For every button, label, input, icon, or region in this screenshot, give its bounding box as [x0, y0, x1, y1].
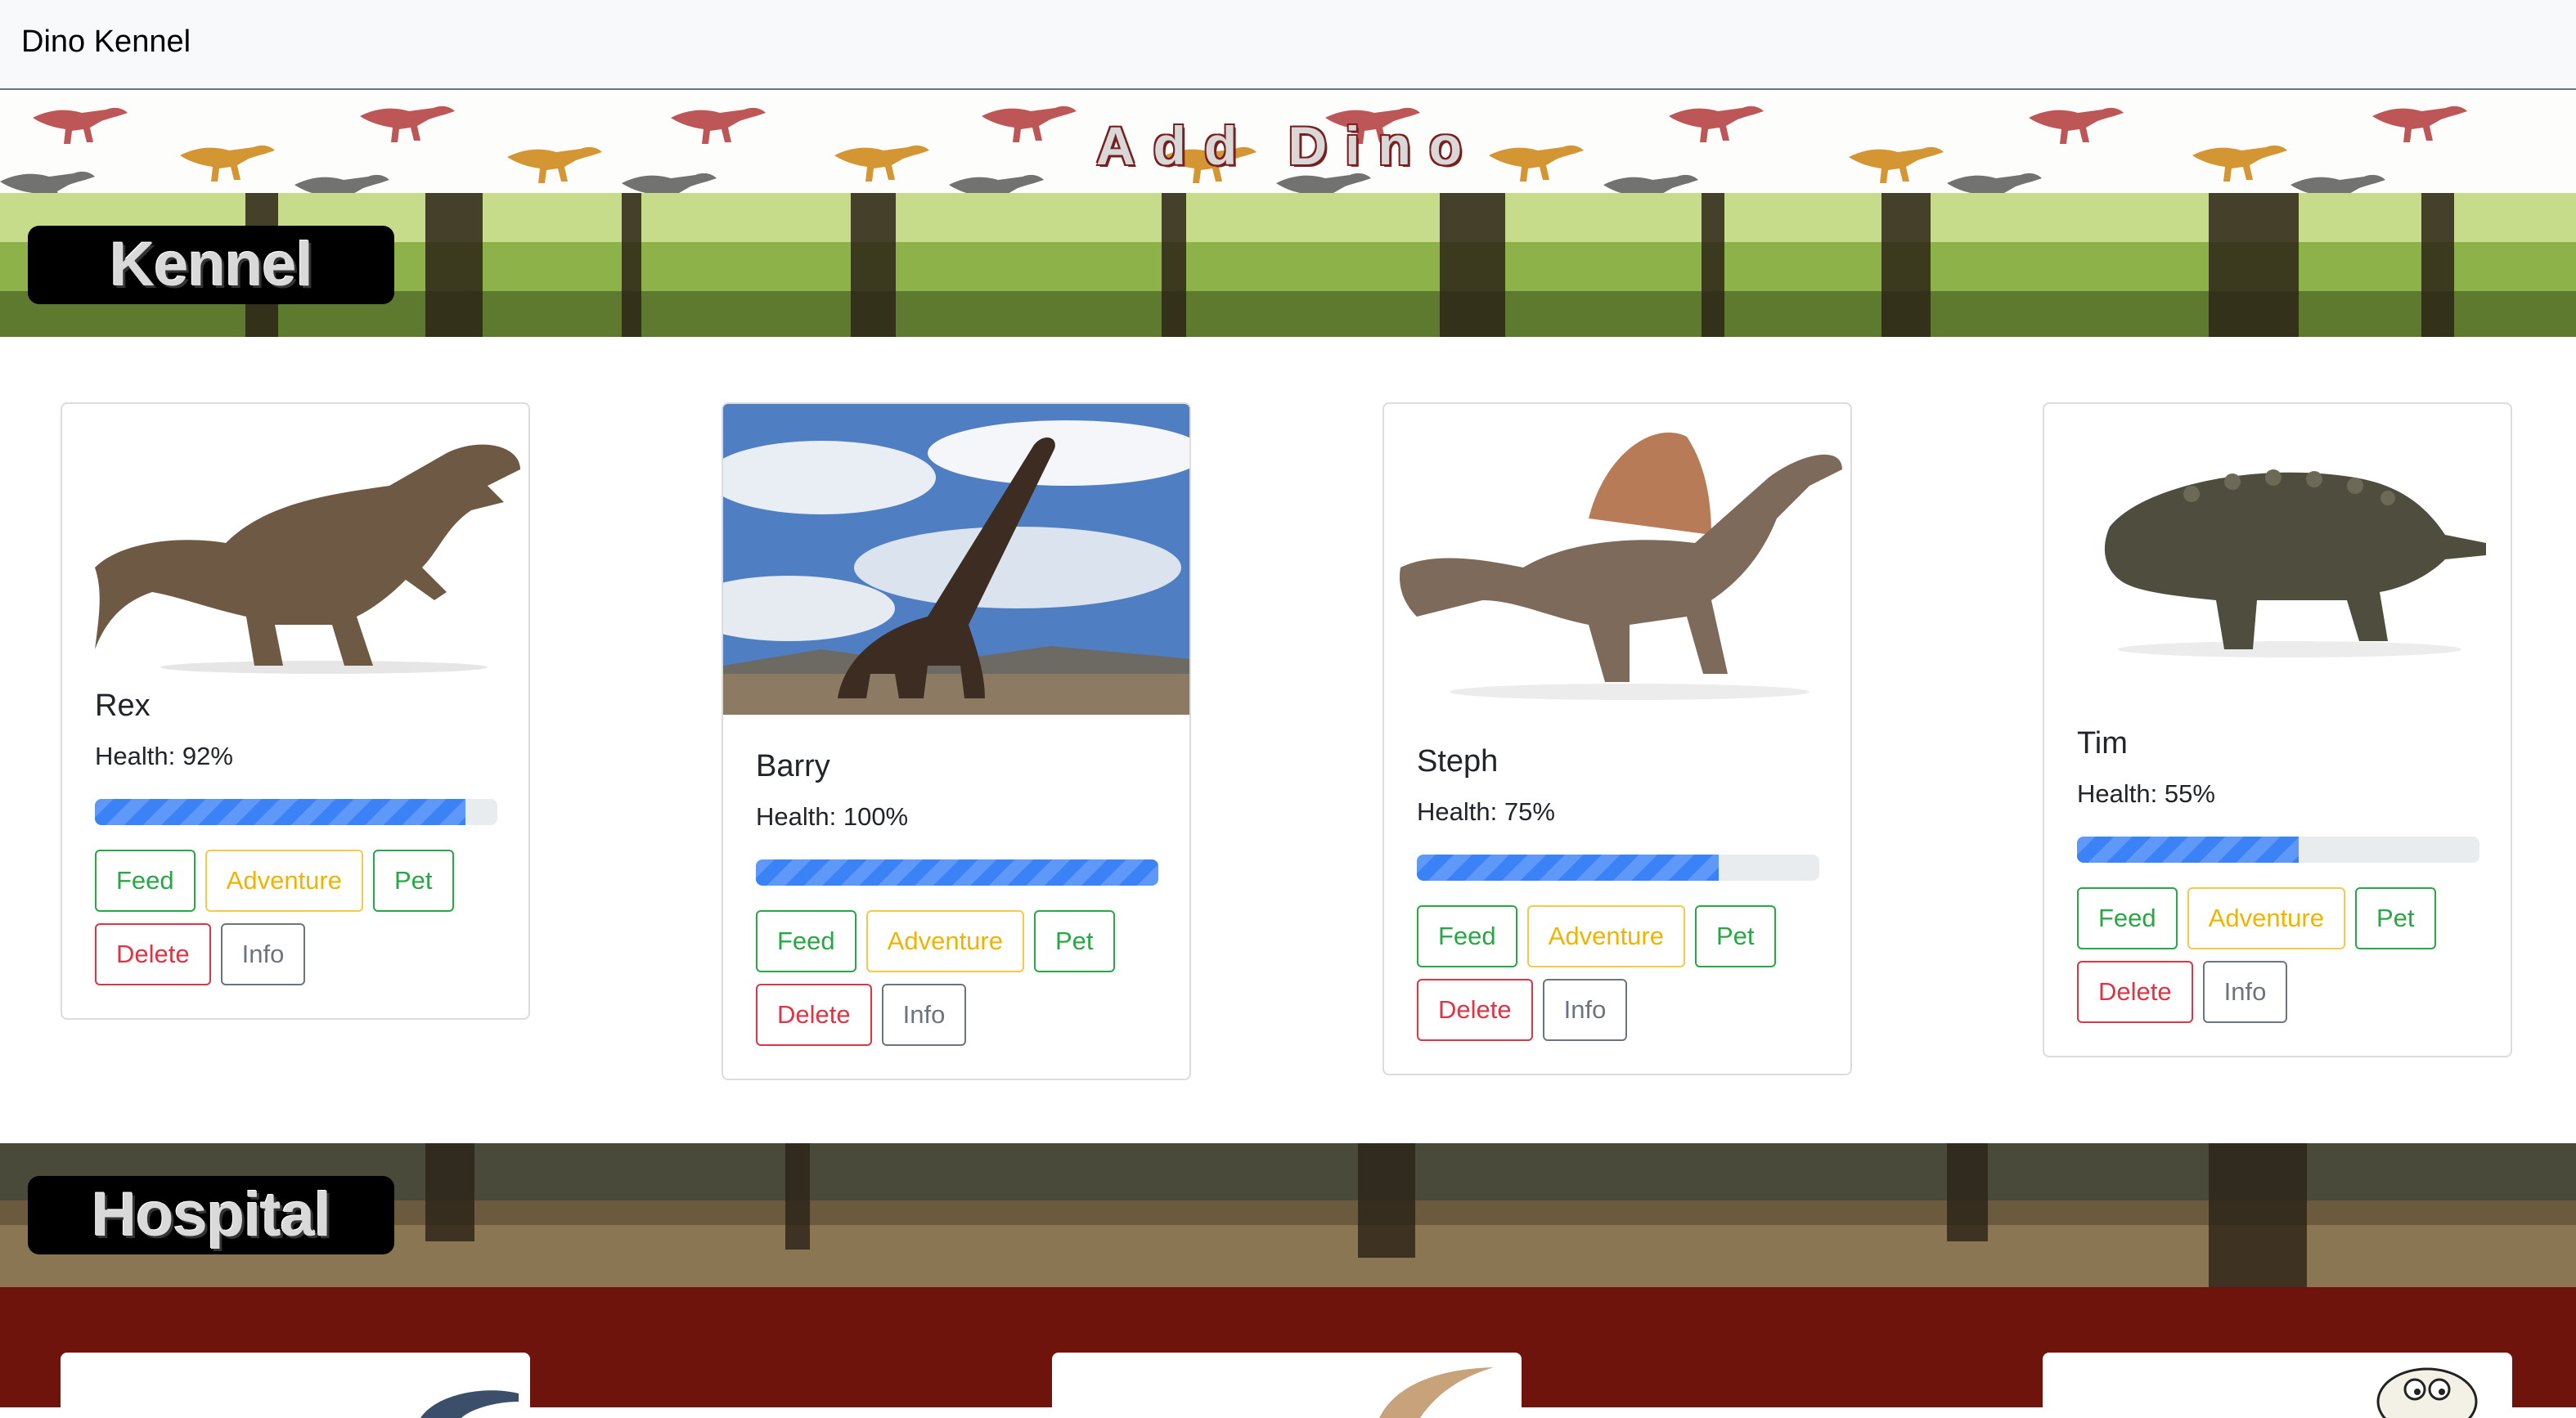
dino-name: Tim — [2077, 726, 2128, 761]
health-progress-bar — [1417, 855, 1719, 881]
dinosaur-image-icon — [420, 1390, 519, 1418]
health-progress — [756, 859, 1158, 886]
health-progress — [1417, 855, 1819, 881]
hospital-heading: Hospital — [28, 1176, 394, 1254]
adventure-button[interactable]: Adventure — [205, 850, 363, 912]
dino-card-steph: Steph Health: 75% Feed Adventure Pet Del… — [1382, 402, 1852, 1075]
dino-image — [62, 404, 528, 689]
health-label: Health: 92% — [95, 742, 233, 770]
dino-card-rex: Rex Health: 92% Feed Adventure Pet Delet… — [61, 402, 530, 1020]
dino-name: Steph — [1417, 744, 1499, 779]
dino-card-tim: Tim Health: 55% Feed Adventure Pet Delet… — [2043, 402, 2512, 1057]
hospital-area — [0, 1287, 2576, 1418]
dino-name: Barry — [756, 749, 830, 783]
spinosaurus-icon — [1400, 432, 1842, 700]
health-progress-bar — [756, 859, 1158, 886]
dino-card-barry: Barry Health: 100% Feed Adventure Pet De… — [722, 402, 1191, 1080]
brand-link[interactable]: Dino Kennel — [21, 25, 191, 60]
hospital-banner: Hospital — [0, 1143, 2576, 1287]
info-button[interactable]: Info — [2202, 961, 2288, 1023]
health-label: Health: 55% — [2077, 779, 2215, 808]
kennel-banner: Kennel — [0, 193, 2576, 337]
dinosaur-image-icon — [1379, 1367, 1494, 1418]
info-button[interactable]: Info — [881, 984, 967, 1046]
delete-button[interactable]: Delete — [2077, 961, 2193, 1023]
feed-button[interactable]: Feed — [756, 910, 856, 972]
dino-image — [2044, 404, 2511, 707]
dino-image — [1384, 404, 1850, 707]
add-dino-banner[interactable]: Add Dino — [0, 92, 2576, 195]
feed-button[interactable]: Feed — [95, 850, 196, 912]
health-progress-bar — [2077, 837, 2299, 863]
brachiosaurus-photo-icon — [723, 404, 1189, 715]
info-button[interactable]: Info — [1542, 979, 1628, 1041]
feed-button[interactable]: Feed — [2077, 887, 2178, 949]
hospital-card — [61, 1353, 530, 1418]
feed-button[interactable]: Feed — [1417, 905, 1517, 967]
delete-button[interactable]: Delete — [1417, 979, 1533, 1041]
adventure-button[interactable]: Adventure — [865, 910, 1024, 972]
pet-button[interactable]: Pet — [1695, 905, 1776, 967]
pet-button[interactable]: Pet — [373, 850, 454, 912]
health-progress — [2077, 837, 2479, 863]
health-progress — [95, 799, 497, 825]
health-progress-bar — [95, 799, 465, 825]
pet-button[interactable]: Pet — [2355, 887, 2436, 949]
navbar: Dino Kennel — [0, 0, 2576, 90]
hospital-card — [2043, 1353, 2512, 1418]
info-button[interactable]: Info — [220, 923, 306, 985]
hospital-card — [1052, 1353, 1522, 1418]
ankylosaurus-icon — [2104, 469, 2486, 657]
health-label: Health: 100% — [756, 802, 909, 831]
dino-name: Rex — [95, 689, 151, 723]
delete-button[interactable]: Delete — [756, 984, 872, 1046]
pet-button[interactable]: Pet — [1034, 910, 1115, 972]
health-label: Health: 75% — [1417, 797, 1555, 826]
cartoon-dinosaur-icon — [2376, 1367, 2478, 1418]
dino-image — [723, 404, 1189, 715]
kennel-heading: Kennel — [28, 226, 394, 304]
delete-button[interactable]: Delete — [95, 923, 211, 985]
adventure-button[interactable]: Adventure — [1526, 905, 1685, 967]
add-dino-link[interactable]: Add Dino — [0, 114, 2576, 177]
adventure-button[interactable]: Adventure — [2187, 887, 2345, 949]
t-rex-icon — [95, 444, 520, 674]
